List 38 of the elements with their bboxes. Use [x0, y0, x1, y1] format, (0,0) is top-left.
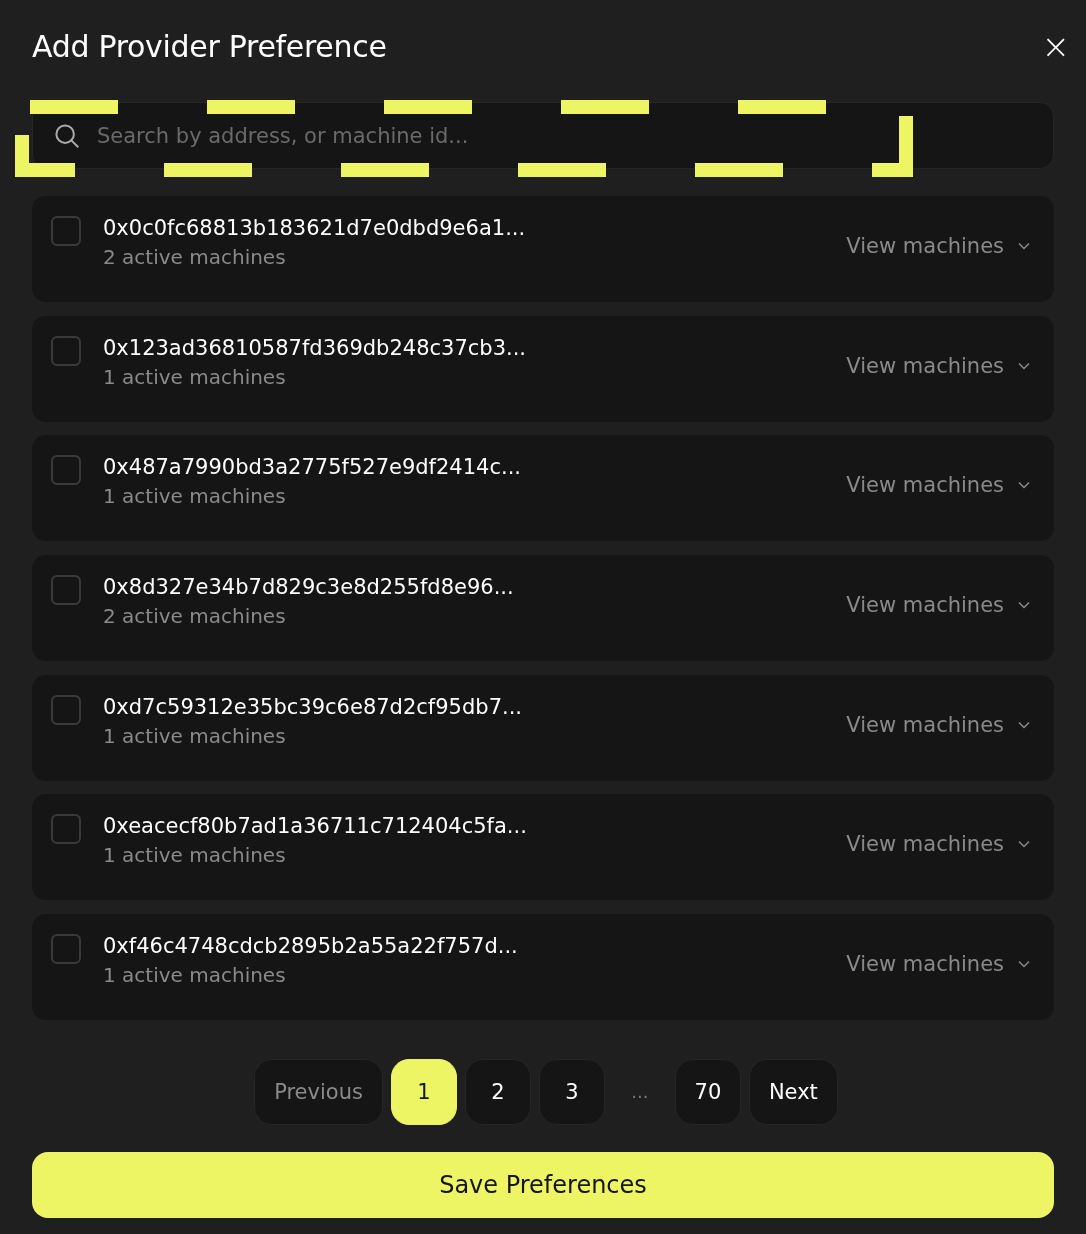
save-preferences-button[interactable]: Save Preferences	[32, 1151, 1054, 1218]
view-machines-button[interactable]: View machines	[846, 473, 1032, 498]
dialog-title: Add Provider Preference	[32, 28, 387, 64]
checkbox[interactable]	[51, 575, 81, 606]
machine-count: 1 active machines	[103, 963, 287, 988]
machine-count: 2 active machines	[103, 604, 287, 629]
provider-address: 0x0c0fc68813b183621d7e0dbd9e6a1...	[103, 216, 527, 240]
provider-address: 0x8d327e34b7d829c3e8d255fd8e96...	[103, 575, 515, 600]
provider-address: 0xf46c4748cdcb2895b2a55a22f757d...	[103, 934, 519, 959]
provider-address: 0x487a7990bd3a2775f527e9df2414c...	[103, 455, 522, 480]
provider-address: 0xd7c59312e35bc39c6e87d2cf95db7...	[103, 694, 523, 719]
next-button[interactable]: Next	[748, 1058, 838, 1125]
view-machines-button[interactable]: View machines	[846, 593, 1032, 618]
page-button[interactable]: 70	[674, 1058, 741, 1125]
machine-count: 1 active machines	[103, 484, 287, 509]
page-button[interactable]: 2	[464, 1058, 531, 1125]
checkbox[interactable]	[51, 455, 81, 486]
provider-address: 0x123ad36810587fd369db248c37cb3...	[103, 335, 528, 360]
checkbox[interactable]	[51, 694, 81, 725]
checkbox[interactable]	[51, 934, 81, 965]
page-button[interactable]: 1	[390, 1058, 457, 1125]
checkbox[interactable]	[51, 335, 81, 366]
machine-count: 1 active machines	[103, 364, 287, 389]
checkbox[interactable]	[51, 814, 81, 845]
view-machines-button[interactable]: View machines	[846, 712, 1032, 737]
page-button[interactable]: 3	[538, 1058, 605, 1125]
machine-count: 2 active machines	[103, 245, 287, 269]
close-button[interactable]: ×	[1037, 29, 1074, 63]
checkbox[interactable]	[51, 216, 81, 246]
view-machines-button[interactable]: View machines	[846, 234, 1032, 258]
view-machines-button[interactable]: View machines	[846, 832, 1032, 857]
provider-address: 0xeacecf80b7ad1a36711c712404c5fa...	[103, 814, 528, 839]
search-icon	[52, 121, 82, 151]
page-ellipsis: ...	[630, 1080, 650, 1105]
view-machines-button[interactable]: View machines	[846, 353, 1032, 378]
machine-count: 1 active machines	[103, 723, 287, 748]
machine-count: 1 active machines	[103, 843, 287, 868]
view-machines-button[interactable]: View machines	[846, 952, 1032, 977]
